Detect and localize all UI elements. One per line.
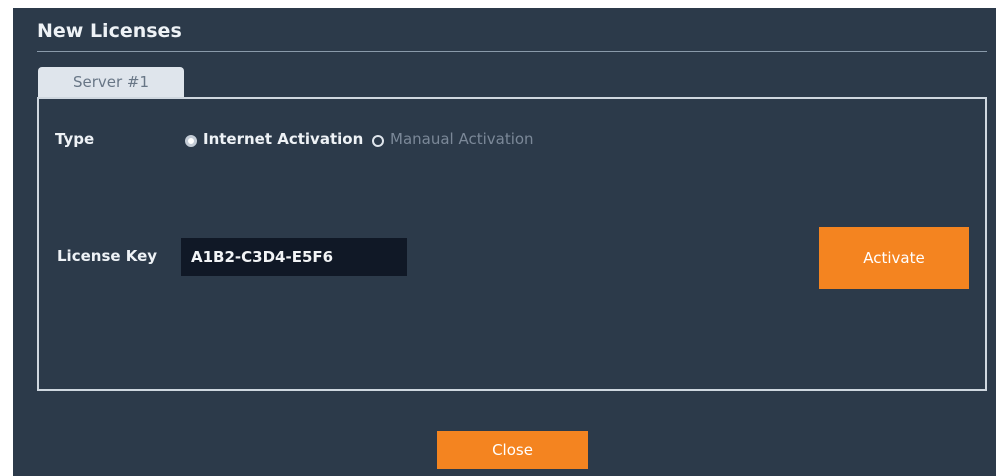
dialog-title: New Licenses [37,20,182,42]
internet-activation-radio[interactable] [185,135,197,147]
close-button[interactable]: Close [437,431,588,469]
manual-activation-radio[interactable] [372,135,384,147]
license-key-input[interactable] [181,238,407,276]
new-licenses-dialog: New Licenses Server #1 Type Internet Act… [13,8,996,476]
license-key-label: License Key [57,247,158,265]
activate-button[interactable]: Activate [819,227,969,289]
tab-server-1[interactable]: Server #1 [38,67,184,97]
title-divider [37,51,987,52]
manual-activation-label[interactable]: Manaual Activation [390,130,534,148]
internet-activation-label[interactable]: Internet Activation [203,130,363,148]
type-label: Type [55,130,95,148]
